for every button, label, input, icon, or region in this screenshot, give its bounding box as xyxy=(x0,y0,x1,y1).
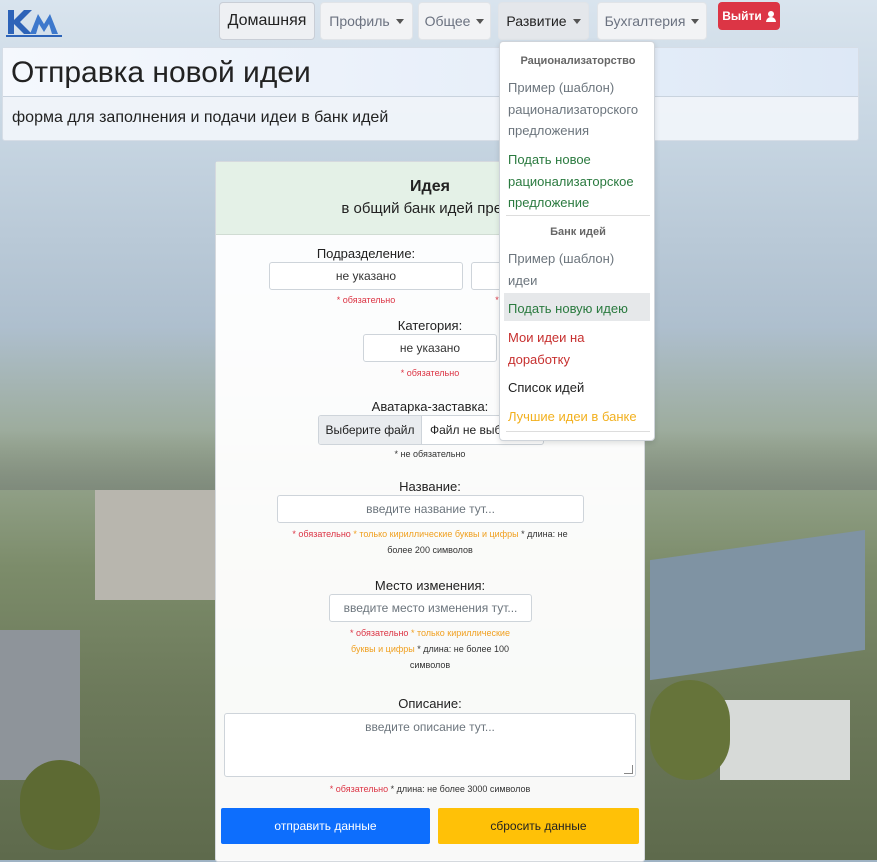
title-cyrillic-hint: * только кириллические буквы и цифры xyxy=(353,529,519,539)
submit-button[interactable]: отправить данные xyxy=(221,808,430,844)
division-select[interactable]: не указано xyxy=(269,262,463,290)
place-length-hint-2: символов xyxy=(409,660,451,670)
description-textarea[interactable]: введите описание тут... xyxy=(224,713,636,777)
menu-item-text: доработку xyxy=(508,351,570,367)
user-icon xyxy=(765,10,776,22)
nav-development-dropdown[interactable]: Развитие xyxy=(498,2,589,40)
menu-item-new-rationalization[interactable]: Подать новое рационализаторское предложе… xyxy=(508,149,650,214)
division-label: Подразделение: xyxy=(316,246,416,261)
place-input[interactable]: введите место изменения тут... xyxy=(329,594,532,622)
caret-down-icon xyxy=(691,18,700,24)
place-cyrillic-hint-2: буквы и цифры xyxy=(351,644,415,654)
nav-profile-dropdown[interactable]: Профиль xyxy=(320,2,413,40)
title-length-hint-2: более 200 символов xyxy=(387,545,473,555)
title-label: Название: xyxy=(399,479,461,494)
description-label: Описание: xyxy=(398,696,462,711)
division-required-hint: * обязательно xyxy=(336,295,396,305)
caret-down-icon xyxy=(395,18,404,24)
description-required-hint: * обязательно xyxy=(329,784,389,794)
caret-down-icon xyxy=(476,18,485,24)
place-cyrillic-hint: * только кириллические xyxy=(410,628,510,638)
place-length-hint: * длина: не более 100 xyxy=(417,644,509,654)
menu-divider xyxy=(506,215,650,216)
menu-item-best-ideas[interactable]: Лучшие идеи в банке xyxy=(508,406,650,428)
nav-home[interactable]: Домашняя xyxy=(219,2,315,40)
place-required-hint: * обязательно xyxy=(350,628,409,638)
menu-item-text: идеи xyxy=(508,272,538,288)
menu-item-text: предложения xyxy=(508,123,590,138)
menu-item-text: Подать новое xyxy=(508,152,591,167)
page-header: Отправка новой идеи форма для заполнения… xyxy=(2,47,859,141)
menu-item-submit-idea[interactable]: Подать новую идею xyxy=(508,298,650,320)
place-hints: * обязательно * только кириллические бук… xyxy=(330,625,530,673)
logout-label: Выйти xyxy=(722,9,762,23)
menu-item-ideas-list[interactable]: Список идей xyxy=(508,377,650,399)
title-length-hint: * длина: не xyxy=(521,529,568,539)
menu-item-rationalization-example[interactable]: Пример (шаблон) рационализаторского пред… xyxy=(508,77,650,142)
menu-item-text: рационализаторское xyxy=(508,173,634,189)
caret-down-icon xyxy=(572,18,581,24)
nav-development-label: Развитие xyxy=(506,13,567,29)
menu-item-text: Пример (шаблон) xyxy=(508,251,615,266)
choose-file-button[interactable]: Выберите файл xyxy=(319,416,422,444)
category-select[interactable]: не указано xyxy=(363,334,497,362)
menu-item-text: рационализаторского xyxy=(508,101,639,117)
menu-item-text: Пример (шаблон) xyxy=(508,80,615,95)
nav-home-label: Домашняя xyxy=(227,12,307,29)
place-label: Место изменения: xyxy=(374,578,486,593)
menu-item-idea-example[interactable]: Пример (шаблон) идеи xyxy=(508,248,650,291)
page-title: Отправка новой идеи xyxy=(11,56,311,89)
dropdown-section-rationalization: Рационализаторство xyxy=(520,55,636,67)
description-length-hint: * длина: не более 3000 символов xyxy=(390,784,531,794)
title-input[interactable]: введите название тут... xyxy=(277,495,584,523)
nav-accounting-label: Бухгалтерия xyxy=(604,13,686,29)
menu-divider xyxy=(506,431,650,432)
nav-profile-label: Профиль xyxy=(329,13,390,29)
logout-button[interactable]: Выйти xyxy=(718,2,780,30)
menu-item-text: предложение xyxy=(508,195,590,210)
reset-button[interactable]: сбросить данные xyxy=(438,808,639,844)
title-required-hint: * обязательно xyxy=(292,529,351,539)
nav-general-dropdown[interactable]: Общее xyxy=(418,2,491,40)
description-placeholder: введите описание тут... xyxy=(365,720,495,734)
category-required-hint: * обязательно xyxy=(400,368,460,378)
dropdown-section-idea-bank: Банк идей xyxy=(550,226,606,238)
development-dropdown-menu: Рационализаторство Пример (шаблон) рацио… xyxy=(499,41,655,441)
nav-accounting-dropdown[interactable]: Бухгалтерия xyxy=(597,2,707,40)
menu-item-text: Мои идеи на xyxy=(508,330,585,345)
page-subtitle: форма для заполнения и подачи идеи в бан… xyxy=(12,109,389,126)
nav-general-label: Общее xyxy=(424,13,471,29)
resize-handle-icon[interactable] xyxy=(624,765,633,774)
title-hints: * обязательно * только кириллические бук… xyxy=(280,526,580,558)
company-logo-icon[interactable] xyxy=(6,4,62,38)
avatar-optional-hint: * не обязательно xyxy=(394,449,466,459)
menu-item-my-ideas-rework[interactable]: Мои идеи на доработку xyxy=(508,327,650,370)
description-hints: * обязательно * длина: не более 3000 сим… xyxy=(230,781,630,797)
